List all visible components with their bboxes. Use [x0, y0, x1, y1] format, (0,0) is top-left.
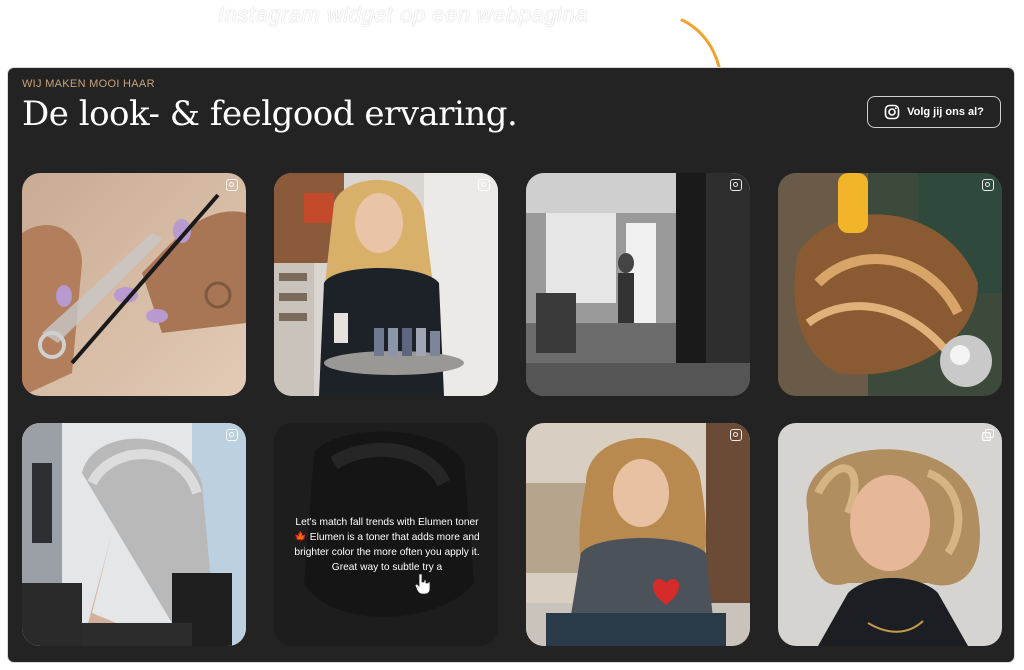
page-caption: Instagram widget op een webpagina	[218, 2, 588, 27]
instagram-icon	[884, 104, 900, 120]
post-image	[22, 173, 246, 396]
instagram-icon	[478, 179, 490, 191]
instagram-widget: WIJ MAKEN MOOI HAAR De look- & feelgood …	[8, 68, 1014, 662]
post-image	[22, 423, 246, 646]
post-image	[526, 423, 750, 646]
instagram-icon	[730, 179, 742, 191]
post-caption: Let's match fall trends with Elumen tone…	[294, 517, 480, 573]
instagram-icon	[226, 429, 238, 441]
instagram-post-6[interactable]: Let's match fall trends with Elumen tone…	[274, 423, 498, 646]
post-image	[526, 173, 750, 396]
post-image	[778, 423, 1002, 646]
instagram-post-7[interactable]	[526, 423, 750, 646]
instagram-post-5[interactable]	[22, 423, 246, 646]
follow-button[interactable]: Volg jij ons al?	[867, 96, 1001, 128]
hand-cursor-icon	[414, 573, 431, 595]
follow-button-label: Volg jij ons al?	[907, 106, 984, 118]
widget-title: De look- & feelgood ervaring.	[22, 94, 518, 134]
instagram-post-2[interactable]	[274, 173, 498, 396]
instagram-icon	[730, 429, 742, 441]
post-image	[778, 173, 1002, 396]
instagram-icon	[982, 179, 994, 191]
widget-eyebrow: WIJ MAKEN MOOI HAAR	[22, 78, 155, 90]
instagram-post-1[interactable]	[22, 173, 246, 396]
instagram-icon	[226, 179, 238, 191]
carousel-icon	[982, 429, 994, 441]
instagram-post-3[interactable]	[526, 173, 750, 396]
instagram-post-8[interactable]	[778, 423, 1002, 646]
instagram-post-4[interactable]	[778, 173, 1002, 396]
post-image	[274, 173, 498, 396]
